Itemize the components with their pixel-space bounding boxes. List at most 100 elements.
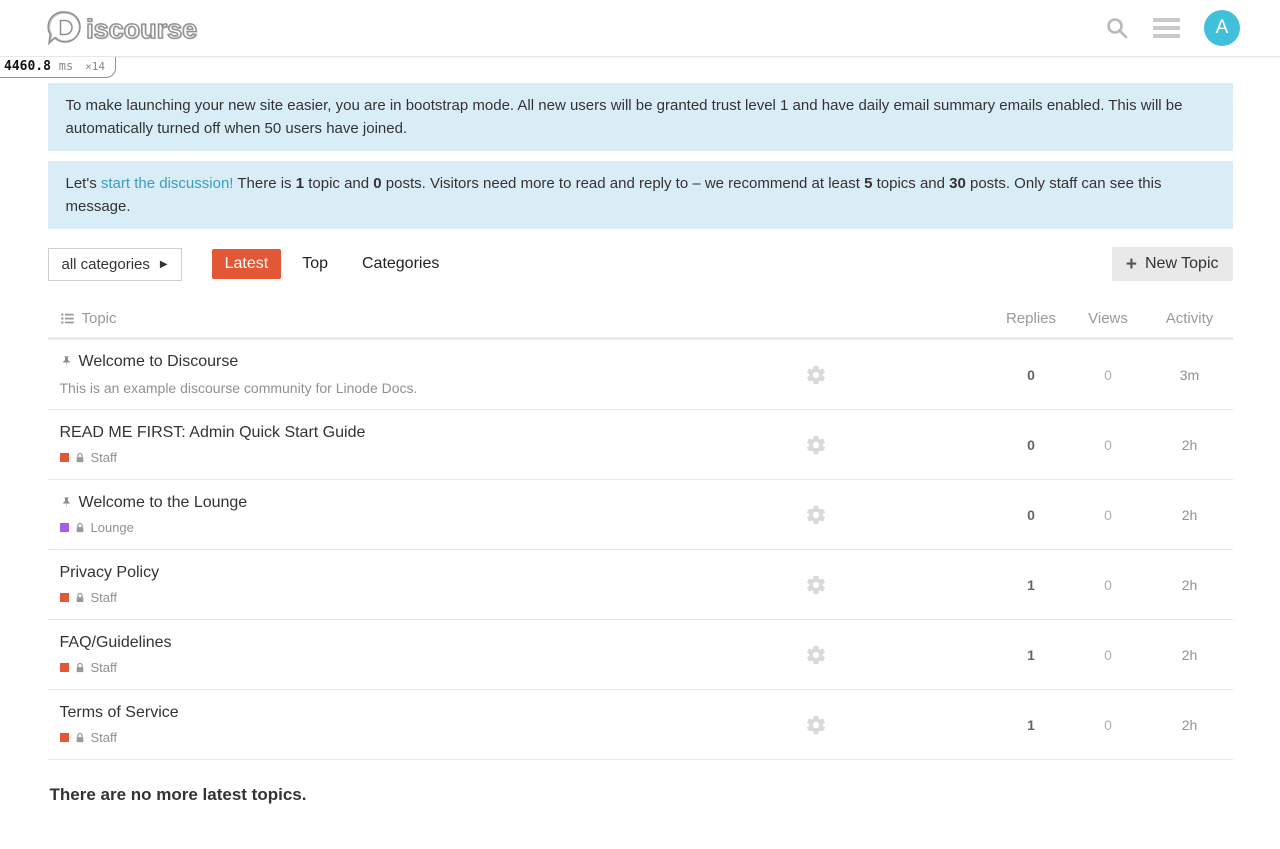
list-controls: all categories ▶ Latest Top Categories +… [48, 247, 1233, 281]
category-name: Staff [91, 450, 118, 465]
lock-icon [75, 522, 85, 534]
recommended-posts: 30 [949, 175, 966, 192]
replies-count: 1 [993, 647, 1070, 663]
topic-title-link[interactable]: Welcome to the Lounge [79, 494, 248, 512]
category-name: Staff [91, 730, 118, 745]
hamburger-menu-icon[interactable] [1153, 18, 1180, 38]
topic-excerpt: This is an example discourse community f… [60, 380, 805, 396]
topic-count: 1 [296, 175, 304, 192]
topic-title-link[interactable]: READ ME FIRST: Admin Quick Start Guide [60, 424, 366, 442]
table-row: Terms of Service Staff [48, 690, 1233, 760]
category-name: Staff [91, 590, 118, 605]
views-count: 0 [1070, 647, 1147, 663]
gear-icon[interactable] [805, 364, 885, 386]
tab-top[interactable]: Top [289, 249, 341, 279]
avatar[interactable]: A [1204, 10, 1240, 46]
new-topic-label: New Topic [1145, 255, 1219, 273]
gear-icon[interactable] [805, 434, 885, 456]
category-filter-label: all categories [62, 256, 150, 273]
banner-text: topic and [304, 175, 373, 192]
category-color-square [60, 593, 69, 602]
category-badge[interactable]: Staff [60, 590, 805, 605]
tab-latest[interactable]: Latest [212, 249, 282, 279]
column-header-activity[interactable]: Activity [1147, 310, 1233, 327]
activity-time[interactable]: 2h [1147, 577, 1233, 593]
table-row: READ ME FIRST: Admin Quick Start Guide S… [48, 410, 1233, 480]
lock-icon [75, 452, 85, 464]
lock-icon [75, 662, 85, 674]
pin-icon [60, 496, 73, 510]
column-header-topic[interactable]: Topic [82, 310, 117, 327]
gear-icon[interactable] [805, 644, 885, 666]
topic-title-link[interactable]: Welcome to Discourse [79, 353, 239, 371]
activity-time[interactable]: 3m [1147, 367, 1233, 383]
table-row: FAQ/Guidelines Staff [48, 620, 1233, 690]
start-discussion-banner: Let's start the discussion! There is 1 t… [48, 161, 1233, 229]
profiler-time: 4460.8 [4, 59, 51, 74]
views-count: 0 [1070, 717, 1147, 733]
category-badge[interactable]: Staff [60, 660, 805, 675]
category-color-square [60, 663, 69, 672]
discourse-logo[interactable]: iscourse iscourse [45, 8, 215, 48]
svg-text:iscourse: iscourse [87, 15, 198, 45]
activity-time[interactable]: 2h [1147, 507, 1233, 523]
category-filter-dropdown[interactable]: all categories ▶ [48, 248, 182, 281]
column-header-views[interactable]: Views [1070, 310, 1147, 327]
topic-list: Welcome to Discourse This is an example … [48, 340, 1233, 760]
post-count: 0 [373, 175, 381, 192]
views-count: 0 [1070, 507, 1147, 523]
replies-count: 1 [993, 717, 1070, 733]
category-color-square [60, 523, 69, 532]
banner-text: There is [233, 175, 295, 192]
banner-text: Let's [66, 175, 101, 192]
chevron-right-icon: ▶ [160, 259, 168, 270]
category-badge[interactable]: Staff [60, 450, 805, 465]
no-more-topics-message: There are no more latest topics. [50, 785, 1233, 805]
views-count: 0 [1070, 367, 1147, 383]
new-topic-button[interactable]: + New Topic [1112, 247, 1233, 281]
category-name: Lounge [91, 520, 134, 535]
site-header: iscourse iscourse A [0, 0, 1280, 57]
topic-list-header: Topic Replies Views Activity [48, 301, 1233, 340]
activity-time[interactable]: 2h [1147, 717, 1233, 733]
views-count: 0 [1070, 437, 1147, 453]
category-badge[interactable]: Staff [60, 730, 805, 745]
category-badge[interactable]: Lounge [60, 520, 805, 535]
tab-categories[interactable]: Categories [349, 249, 452, 279]
replies-count: 0 [993, 437, 1070, 453]
category-color-square [60, 733, 69, 742]
profiler-unit: ms [59, 59, 73, 73]
category-color-square [60, 453, 69, 462]
category-name: Staff [91, 660, 118, 675]
discourse-logo-icon: iscourse iscourse [45, 8, 215, 48]
topic-title-link[interactable]: Terms of Service [60, 704, 179, 722]
start-discussion-link[interactable]: start the discussion! [101, 175, 234, 192]
search-icon[interactable] [1105, 16, 1129, 40]
activity-time[interactable]: 2h [1147, 437, 1233, 453]
topic-title-link[interactable]: Privacy Policy [60, 564, 160, 582]
lock-icon [75, 732, 85, 744]
table-row: Welcome to Discourse This is an example … [48, 340, 1233, 410]
column-header-replies[interactable]: Replies [993, 310, 1070, 327]
activity-time[interactable]: 2h [1147, 647, 1233, 663]
nav-tabs: Latest Top Categories [212, 249, 453, 279]
views-count: 0 [1070, 577, 1147, 593]
plus-icon: + [1126, 255, 1137, 274]
gear-icon[interactable] [805, 504, 885, 526]
banner-text: topics and [872, 175, 949, 192]
table-row: Privacy Policy Staff [48, 550, 1233, 620]
table-row: Welcome to the Lounge Lounge [48, 480, 1233, 550]
topic-title-link[interactable]: FAQ/Guidelines [60, 634, 172, 652]
replies-count: 0 [993, 367, 1070, 383]
lock-icon [75, 592, 85, 604]
replies-count: 0 [993, 507, 1070, 523]
gear-icon[interactable] [805, 574, 885, 596]
banner-text: posts. Visitors need more to read and re… [382, 175, 864, 192]
mini-profiler-badge[interactable]: 4460.8 ms ×14 [0, 57, 116, 78]
profiler-count: ×14 [85, 60, 105, 73]
bootstrap-mode-banner: To make launching your new site easier, … [48, 83, 1233, 151]
list-icon [60, 311, 75, 326]
gear-icon[interactable] [805, 714, 885, 736]
pin-icon [60, 355, 73, 369]
replies-count: 1 [993, 577, 1070, 593]
